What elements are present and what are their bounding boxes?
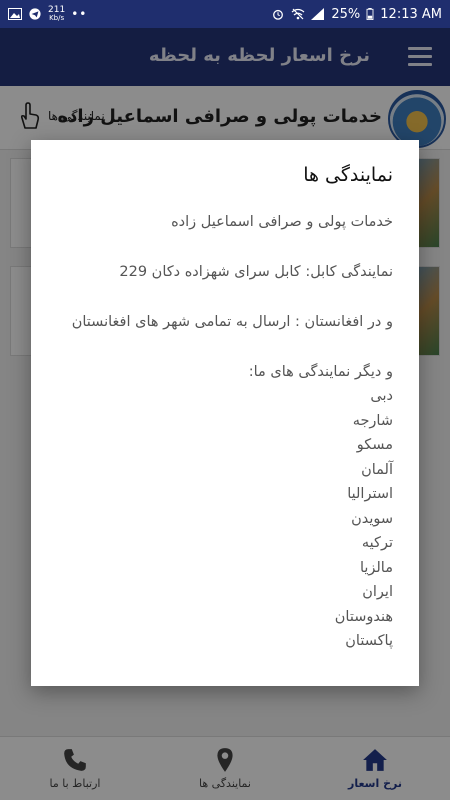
dialog-other-offices-heading: و دیگر نمایندگی های ما: <box>248 364 393 380</box>
status-bar: 211 Kb/s •• 25% 12:13 AM <box>0 0 450 28</box>
notification-dots: •• <box>71 7 88 21</box>
battery-percent: 25% <box>331 6 361 22</box>
dialog-business-name: خدمات پولی و صرافی اسماعیل زاده <box>171 214 393 230</box>
wifi-off-icon <box>291 8 305 20</box>
representatives-dialog: نمایندگی ها خدمات پولی و صرافی اسماعیل ز… <box>31 140 419 686</box>
signal-icon <box>311 8 325 20</box>
network-speed: 211 Kb/s <box>48 5 66 23</box>
dialog-title: نمایندگی ها <box>303 164 393 186</box>
city-item: مسکو <box>356 437 393 453</box>
network-speed-unit: Kb/s <box>49 14 65 22</box>
telegram-icon <box>29 8 41 20</box>
city-item: پاکستان <box>345 633 393 649</box>
city-item: آلمان <box>361 461 393 478</box>
city-item: شارجه <box>352 412 393 429</box>
city-item: استرالیا <box>347 486 393 502</box>
city-item: مالزیا <box>359 559 393 576</box>
city-item: ترکیه <box>361 535 393 551</box>
city-item: هندوستان <box>334 608 393 625</box>
gallery-icon <box>8 8 22 20</box>
dialog-kabul-office: نمایندگی کابل: کابل سرای شهزاده دکان 229 <box>119 264 393 280</box>
city-item: سویدن <box>351 510 393 527</box>
alarm-icon <box>273 9 284 20</box>
city-item: دبی <box>370 388 393 404</box>
network-speed-value: 211 <box>48 5 66 15</box>
dialog-afghanistan-delivery: و در افغانستان : ارسال به تمامی شهر های … <box>71 314 393 330</box>
clock: 12:13 AM <box>380 6 442 22</box>
city-item: ایران <box>362 584 393 600</box>
battery-icon <box>366 8 374 20</box>
